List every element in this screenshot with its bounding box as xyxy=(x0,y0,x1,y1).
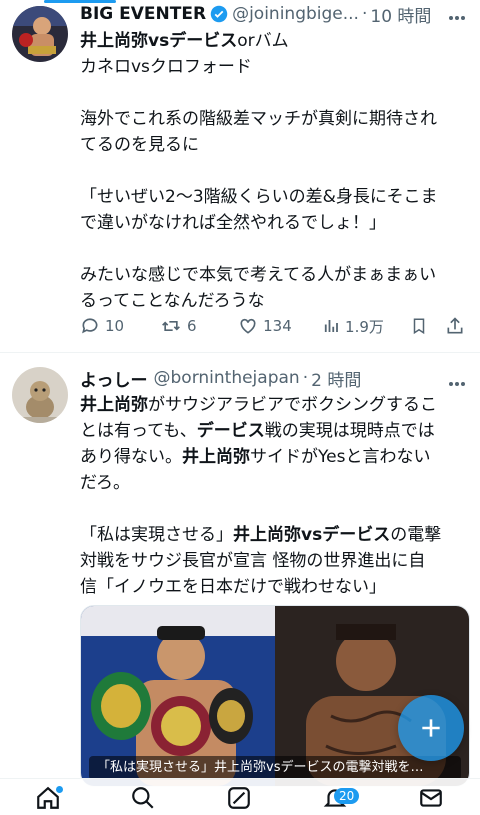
text-line: みたいな感じで本気で考えてる人がまぁまぁい xyxy=(80,265,437,285)
retweet-button[interactable]: 6 xyxy=(160,316,238,336)
text-line: 井上尚弥がサウジアラビアでボクシングするこ xyxy=(80,392,472,418)
text-span: 「私は実現させる」 xyxy=(80,525,233,545)
text-line: 「せいぜい2〜3階級くらいの差&身長にそこま xyxy=(80,187,438,207)
text-span: とは有っても、 xyxy=(80,421,197,441)
heart-icon xyxy=(240,318,256,334)
bold-text: 井上尚弥vsデービス xyxy=(233,525,391,545)
more-options-icon[interactable] xyxy=(448,372,466,391)
text-span: 戦の実現は現時点では xyxy=(264,421,435,441)
display-name[interactable]: BIG EVENTER xyxy=(80,4,206,24)
bold-text: 井上尚弥 xyxy=(80,395,148,415)
tweet-text: 井上尚弥がサウジアラビアでボクシングするこ とは有っても、デービス戦の実現は現時… xyxy=(80,392,472,600)
retweet-icon xyxy=(162,321,180,331)
search-icon xyxy=(132,787,154,809)
text-line xyxy=(80,236,472,262)
tweet-actions: 10 6 134 1.9万 xyxy=(80,311,470,341)
bookmark-icon xyxy=(413,318,425,335)
tab-grok[interactable] xyxy=(226,785,252,815)
avatar[interactable] xyxy=(12,367,68,423)
text-line: 海外でこれ系の階級差マッチが真剣に期待され xyxy=(80,109,437,129)
view-count: 1.9万 xyxy=(345,317,384,336)
media-caption: 「私は実現させる」井上尚弥vsデービスの電撃対戦を… xyxy=(89,756,461,780)
handle[interactable]: @borninthejapan xyxy=(154,368,300,388)
like-button[interactable]: 134 xyxy=(238,316,322,336)
views-button[interactable]: 1.9万 xyxy=(322,316,410,337)
like-count: 134 xyxy=(263,317,292,335)
mail-icon xyxy=(420,789,442,807)
text-span: サイドがYesと言わない xyxy=(250,447,431,467)
text-span: がサウジアラビアでボクシングするこ xyxy=(148,395,437,415)
display-name[interactable]: よっしー xyxy=(80,366,148,391)
reply-count: 10 xyxy=(105,317,125,335)
text-span: orバム xyxy=(237,31,289,51)
text-span: の電撃 xyxy=(390,525,442,545)
compose-button[interactable] xyxy=(398,695,464,761)
text-line: カネロvsクロフォード xyxy=(80,57,252,77)
separator-dot: · xyxy=(302,368,309,388)
tweet-media-card[interactable]: 「私は実現させる」井上尚弥vsデービスの電撃対戦を… xyxy=(80,605,470,787)
text-line: 井上尚弥vsデービスorバム xyxy=(80,28,472,54)
avatar[interactable] xyxy=(12,6,68,62)
tab-search[interactable] xyxy=(130,785,156,815)
reply-icon xyxy=(82,318,98,334)
text-line: で違いがなければ全然やれるでしょ！」 xyxy=(80,213,386,233)
plus-icon xyxy=(422,719,440,737)
tweet-text: 井上尚弥vsデービスorバム カネロvsクロフォード 海外でこれ系の階級差マッチ… xyxy=(80,28,472,314)
reply-button[interactable]: 10 xyxy=(80,316,160,336)
handle[interactable]: @joiningbige... xyxy=(232,4,359,24)
grok-icon xyxy=(228,787,250,809)
text-line: あり得ない。井上尚弥サイドがYesと言わない xyxy=(80,444,472,470)
more-options-icon[interactable] xyxy=(448,6,466,25)
text-line: 対戦をサウジ長官が宣言 怪物の世界進出に自 xyxy=(80,551,426,571)
home-unread-dot xyxy=(56,786,63,793)
text-line: とは有っても、デービス戦の実現は現時点では xyxy=(80,418,472,444)
text-span: あり得ない。 xyxy=(80,447,182,467)
share-icon xyxy=(447,317,463,334)
timestamp[interactable]: 2 時間 xyxy=(311,366,361,391)
notification-badge: 20 xyxy=(334,788,360,804)
tweet-divider xyxy=(0,352,480,353)
bold-text: 井上尚弥 xyxy=(182,447,250,467)
bold-text: 井上尚弥vsデービス xyxy=(80,31,238,51)
text-line: 「私は実現させる」井上尚弥vsデービスの電撃 xyxy=(80,522,472,548)
text-line xyxy=(80,80,472,106)
retweet-count: 6 xyxy=(187,317,197,335)
text-line xyxy=(80,158,472,184)
share-button[interactable] xyxy=(445,316,470,336)
tab-messages[interactable] xyxy=(418,785,444,815)
bottom-tab-bar xyxy=(0,778,480,815)
bold-text: デービス xyxy=(196,421,265,441)
bookmark-button[interactable] xyxy=(410,316,445,336)
text-line: てるのを見るに xyxy=(80,135,199,155)
verified-badge-icon xyxy=(210,5,228,23)
text-line: 信「イノウエを日本だけで戦わせない」 xyxy=(80,577,386,597)
timestamp[interactable]: 10 時間 xyxy=(370,2,431,27)
tweet-header: BIG EVENTER @joiningbige... · 10 時間 xyxy=(80,0,470,28)
tweet-header: よっしー @borninthejapan · 2 時間 xyxy=(80,364,470,392)
text-line: だろ。 xyxy=(80,473,130,493)
separator-dot: · xyxy=(361,4,368,24)
views-chart-icon xyxy=(324,320,338,332)
